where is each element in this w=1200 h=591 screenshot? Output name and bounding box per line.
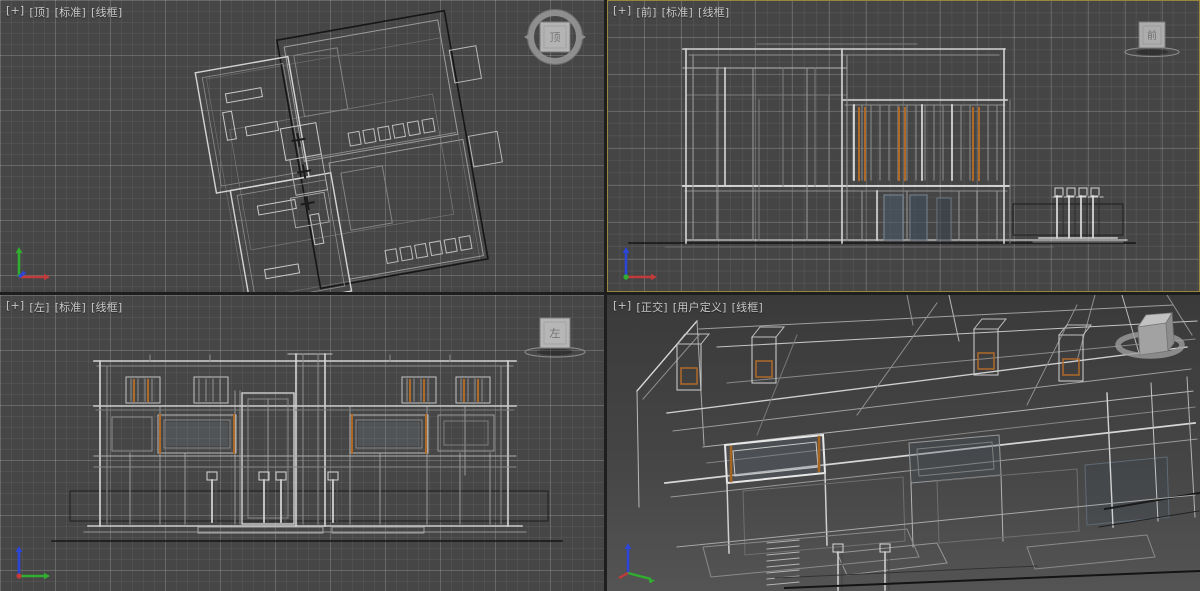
viewport-view-menu[interactable]: [正交] [636, 299, 667, 315]
viewport-style-menu[interactable]: [标准] [55, 299, 86, 315]
viewport-top[interactable]: [+] [顶] [标准] [线框] [0, 0, 604, 292]
axis-tripod-front [615, 246, 661, 284]
viewport-shading-menu[interactable]: [线框] [91, 4, 122, 20]
quad-viewport-layout: [+] [顶] [标准] [线框] [0, 0, 1200, 591]
viewport-menu-button[interactable]: [+] [6, 4, 24, 20]
viewcube-top[interactable]: 顶 [518, 8, 590, 68]
wireframe-front-view [607, 0, 1200, 292]
viewport-style-menu[interactable]: [标准] [55, 4, 86, 20]
viewport-front[interactable]: [+] [前] [标准] [线框] [607, 0, 1200, 292]
viewport-left[interactable]: [+] [左] [标准] [线框] [0, 295, 604, 591]
axis-tripod-user [615, 543, 661, 583]
viewcube-left[interactable]: 左 [520, 309, 590, 365]
viewport-menu-button[interactable]: [+] [613, 299, 631, 315]
viewport-style-menu[interactable]: [用户定义] [673, 299, 727, 315]
viewport-user[interactable]: [+] [正交] [用户定义] [线框] [607, 295, 1200, 591]
viewport-view-menu[interactable]: [顶] [29, 4, 49, 20]
wireframe-top-view [0, 0, 604, 292]
viewport-menu-button[interactable]: [+] [6, 299, 24, 315]
viewcube-face-label: 前 [1147, 29, 1157, 42]
axis-tripod-left [8, 545, 54, 583]
viewport-user-label: [+] [正交] [用户定义] [线框] [613, 299, 763, 315]
viewcube-face-label: 顶 [550, 31, 561, 44]
viewcube-front[interactable]: 前 [1120, 12, 1184, 64]
viewport-shading-menu[interactable]: [线框] [91, 299, 122, 315]
viewport-shading-menu[interactable]: [线框] [698, 4, 729, 20]
viewport-view-menu[interactable]: [左] [29, 299, 49, 315]
viewport-top-label: [+] [顶] [标准] [线框] [6, 4, 122, 20]
axis-tripod-top [8, 246, 54, 284]
viewcube-user[interactable] [1112, 303, 1188, 375]
viewport-menu-button[interactable]: [+] [613, 4, 631, 20]
viewport-style-menu[interactable]: [标准] [662, 4, 693, 20]
viewport-view-menu[interactable]: [前] [636, 4, 656, 20]
viewport-front-label: [+] [前] [标准] [线框] [613, 4, 729, 20]
wireframe-left-view [0, 295, 604, 591]
viewport-shading-menu[interactable]: [线框] [732, 299, 763, 315]
viewcube-face-label: 左 [550, 327, 561, 340]
viewport-left-label: [+] [左] [标准] [线框] [6, 299, 122, 315]
